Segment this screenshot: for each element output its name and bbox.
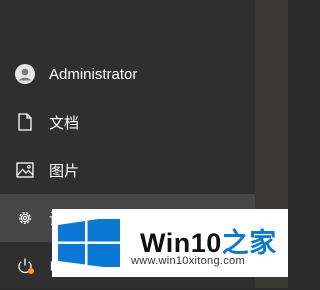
documents-label: 文档 (49, 114, 80, 132)
documents-item[interactable]: 文档 (0, 98, 255, 146)
update-badge-dot (28, 268, 34, 274)
gear-icon (14, 207, 36, 229)
user-name-label: Administrator (49, 65, 138, 83)
watermark-title-latin: Win10 (140, 228, 222, 258)
pictures-label: 图片 (49, 162, 80, 180)
win10-watermark: Win10之家 www.win10xitong.com (52, 209, 288, 277)
power-icon (14, 255, 36, 277)
user-avatar-icon (14, 63, 36, 85)
pictures-icon (14, 159, 36, 181)
pictures-item[interactable]: 图片 (0, 146, 255, 194)
watermark-url: www.win10xitong.com (131, 255, 245, 267)
watermark-title-cn: 之家 (221, 228, 277, 258)
user-account-item[interactable]: Administrator (0, 50, 255, 98)
document-icon (14, 111, 36, 133)
windows-logo-icon (58, 219, 120, 267)
